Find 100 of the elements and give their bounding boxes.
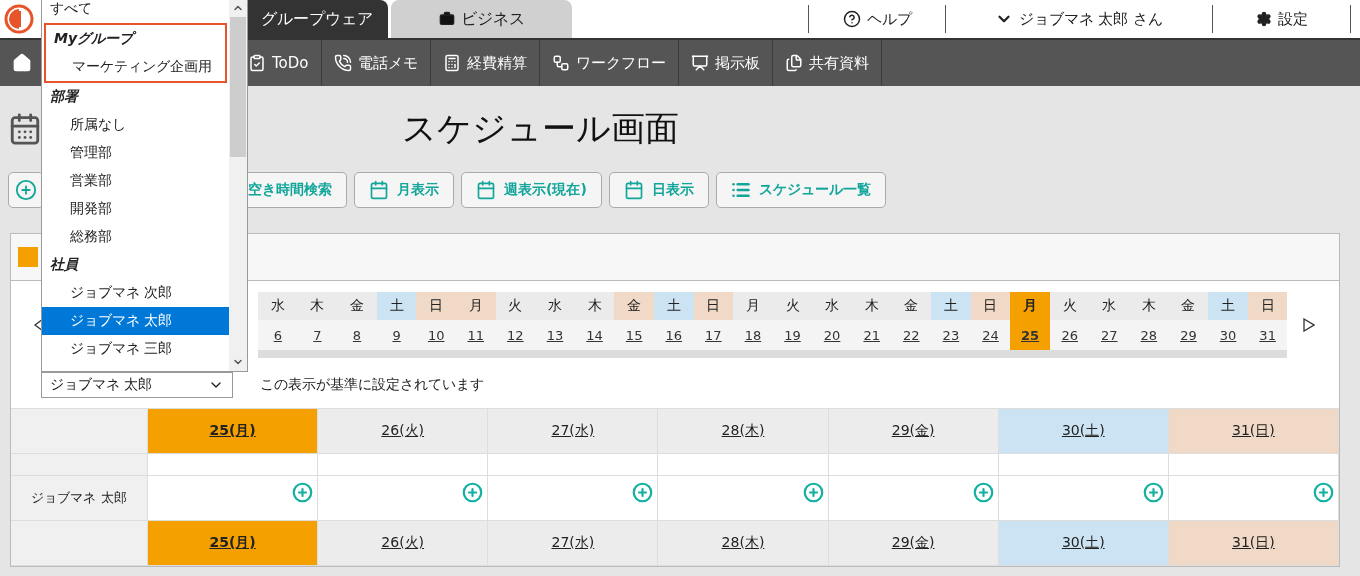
- weekday-label: 火: [495, 292, 536, 320]
- weekday-label: 土: [1208, 292, 1248, 320]
- day-header[interactable]: 31(日): [1168, 409, 1339, 454]
- day-header[interactable]: 26(火): [318, 521, 489, 566]
- calendar-icon: [8, 112, 42, 146]
- date-link[interactable]: 30: [1208, 320, 1248, 350]
- weekday-label: 日: [1247, 292, 1288, 320]
- date-link[interactable]: 25: [1010, 320, 1050, 350]
- weekday-label: 木: [851, 292, 892, 320]
- day-header[interactable]: 30(土): [998, 409, 1169, 454]
- dropdown-option[interactable]: ジョブマネ 次郎: [42, 279, 229, 307]
- day-header[interactable]: 27(水): [488, 409, 659, 454]
- day-header[interactable]: 25(月): [148, 521, 319, 566]
- dropdown-option[interactable]: 開発部: [42, 195, 229, 223]
- add-icon[interactable]: [1313, 482, 1334, 503]
- group-label: 部署: [49, 87, 81, 106]
- day-header[interactable]: 26(火): [318, 409, 489, 454]
- day-header[interactable]: 28(木): [658, 521, 829, 566]
- date-link[interactable]: 31: [1247, 320, 1288, 350]
- add-icon[interactable]: [292, 482, 314, 503]
- date-link[interactable]: 13: [535, 320, 575, 350]
- app-tab[interactable]: ビジネス: [391, 0, 572, 38]
- day-header[interactable]: 28(木): [658, 409, 829, 454]
- add-icon[interactable]: [462, 482, 484, 503]
- dropdown-option[interactable]: 所属なし: [42, 111, 229, 139]
- member-name: ジョブマネ 太郎: [11, 476, 148, 521]
- calendar-icon: [369, 180, 389, 200]
- user-select[interactable]: ジョブマネ 太郎: [41, 372, 233, 398]
- day-header[interactable]: 25(月): [148, 409, 319, 454]
- flowchart-icon: [551, 54, 570, 72]
- list-icon: [730, 180, 751, 200]
- date-link[interactable]: 19: [772, 320, 813, 350]
- weekday-label: 水: [1089, 292, 1130, 320]
- date-link[interactable]: 26: [1049, 320, 1090, 350]
- weekday-label: 木: [574, 292, 615, 320]
- add-icon[interactable]: [802, 482, 824, 503]
- date-link[interactable]: 14: [574, 320, 615, 350]
- day-header[interactable]: 31(日): [1168, 521, 1339, 566]
- nav-item[interactable]: 経費精算: [430, 40, 540, 86]
- add-button[interactable]: [8, 172, 44, 208]
- weekday-label: 日: [416, 292, 456, 320]
- date-link[interactable]: 7: [297, 320, 338, 350]
- note-text: この表示が基準に設定されています: [260, 376, 484, 394]
- dropdown-option[interactable]: 総務部: [42, 223, 229, 251]
- add-icon[interactable]: [632, 482, 654, 503]
- date-link[interactable]: 10: [416, 320, 456, 350]
- weekday-label: 月: [455, 292, 496, 320]
- date-link[interactable]: 6: [258, 320, 298, 350]
- weekday-label: 土: [653, 292, 694, 320]
- date-link[interactable]: 18: [733, 320, 773, 350]
- nav-item[interactable]: 掲示板: [678, 40, 773, 86]
- scrollbar[interactable]: [229, 0, 247, 371]
- date-link[interactable]: 20: [812, 320, 852, 350]
- header-link[interactable]: 設定: [1212, 5, 1350, 33]
- weekday-label: 日: [970, 292, 1011, 320]
- clipboard-icon: [248, 54, 266, 72]
- date-link[interactable]: 8: [337, 320, 377, 350]
- home-icon[interactable]: [12, 53, 32, 73]
- date-link[interactable]: 9: [376, 320, 417, 350]
- day-header[interactable]: 29(金): [828, 521, 999, 566]
- date-link[interactable]: 28: [1129, 320, 1169, 350]
- dropdown-option[interactable]: 営業部: [42, 167, 229, 195]
- dropdown-option[interactable]: 管理部: [42, 139, 229, 167]
- weekday-label: 日: [693, 292, 734, 320]
- next-icon[interactable]: [1303, 318, 1316, 332]
- date-link[interactable]: 27: [1089, 320, 1130, 350]
- date-link[interactable]: 21: [851, 320, 892, 350]
- date-link[interactable]: 12: [495, 320, 536, 350]
- add-icon[interactable]: [972, 482, 994, 503]
- date-link[interactable]: 29: [1168, 320, 1209, 350]
- dropdown-option[interactable]: すべて: [42, 0, 229, 23]
- calendar-icon: [476, 180, 496, 200]
- day-header[interactable]: 27(水): [488, 521, 659, 566]
- dropdown-option[interactable]: ジョブマネ 三郎: [42, 335, 229, 363]
- day-header[interactable]: 29(金): [828, 409, 999, 454]
- calendar-icon: [623, 180, 644, 200]
- header-link[interactable]: ジョブマネ 太郎 さん: [945, 5, 1212, 33]
- weekday-label: 水: [535, 292, 575, 320]
- weekday-label: 土: [376, 292, 417, 320]
- phone-icon: [333, 54, 352, 72]
- date-link[interactable]: 11: [455, 320, 496, 350]
- date-link[interactable]: 23: [931, 320, 971, 350]
- weekday-label: 木: [297, 292, 338, 320]
- nav-item[interactable]: 電話メモ: [321, 40, 431, 86]
- group-label: 社員: [49, 255, 80, 274]
- add-icon[interactable]: [1142, 482, 1164, 503]
- weekday-label: 土: [931, 292, 971, 320]
- day-header[interactable]: 30(土): [998, 521, 1169, 566]
- date-link[interactable]: 15: [614, 320, 654, 350]
- calculator-icon: [442, 54, 461, 72]
- date-link[interactable]: 16: [653, 320, 694, 350]
- dropdown-option[interactable]: ジョブマネ 太郎: [42, 307, 229, 335]
- nav-item[interactable]: ワークフロー: [539, 40, 679, 86]
- date-link[interactable]: 24: [970, 320, 1011, 350]
- header-link[interactable]: ヘルプ: [808, 5, 945, 33]
- date-link[interactable]: 17: [693, 320, 734, 350]
- dropdown-option[interactable]: マーケティング企画用: [46, 53, 225, 81]
- nav-item[interactable]: 共有資料: [772, 40, 882, 86]
- date-link[interactable]: 22: [891, 320, 932, 350]
- plus-icon: [15, 179, 37, 201]
